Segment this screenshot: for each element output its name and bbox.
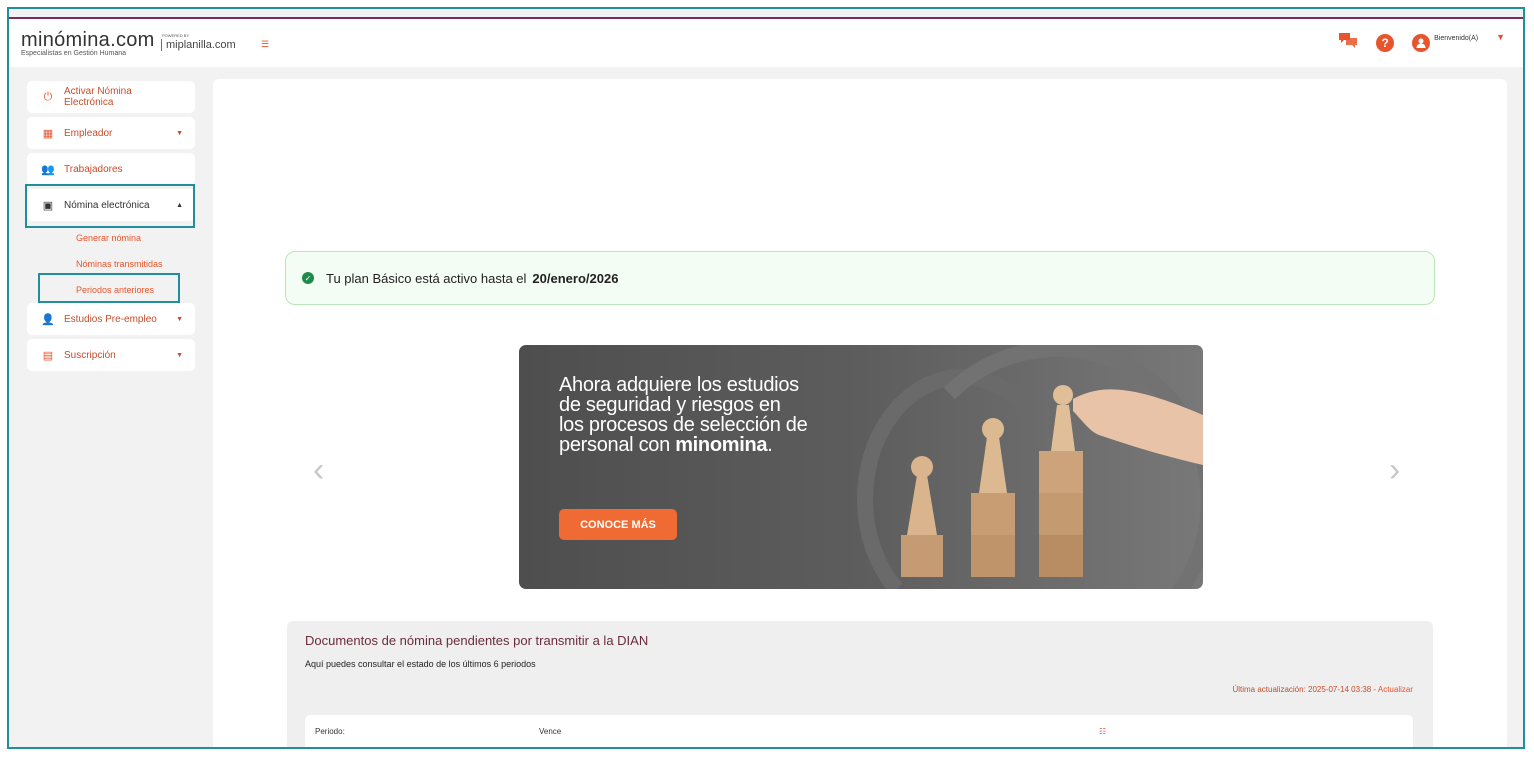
check-circle-icon: ✓ xyxy=(302,272,314,284)
wooden-figures-illustration xyxy=(901,385,1203,577)
last-update: Última actualización: 2025-07-14 03:38 -… xyxy=(1232,685,1413,694)
sidebar-item-label: Trabajadores xyxy=(64,163,123,175)
user-add-icon: 👤 xyxy=(41,313,55,326)
chevron-down-icon: ▼ xyxy=(176,315,183,323)
section-title: Documentos de nómina pendientes por tran… xyxy=(305,633,649,648)
building-icon: ▦ xyxy=(42,127,54,140)
promo-banner[interactable]: Ahora adquiere los estudios de seguridad… xyxy=(519,345,1203,589)
banner-line: de seguridad y riesgos en xyxy=(559,394,781,416)
carousel-prev-icon[interactable]: ‹ xyxy=(313,451,324,490)
sidebar-item-label: Activar Nómina Electrónica xyxy=(64,86,132,108)
last-update-label: Última actualización: 2025-07-14 03:38 xyxy=(1232,685,1372,694)
partner-logo: miplanilla.com xyxy=(161,39,236,51)
sidebar-item-activar[interactable]: ⏻ Activar Nómina Electrónica xyxy=(27,81,195,113)
sidebar-item-label: Empleador xyxy=(64,127,113,139)
header-actions: ? Bienvenido(A) ▼ xyxy=(1338,31,1505,55)
top-bar: minómina.com Especialistas en Gestión Hu… xyxy=(9,19,1523,67)
sidebar-item-label: Estudios Pre-empleo xyxy=(64,313,157,325)
list-icon[interactable]: ☷ xyxy=(1099,727,1106,736)
caret-down-icon[interactable]: ▼ xyxy=(1496,32,1505,42)
carousel-next-icon[interactable]: › xyxy=(1389,451,1400,490)
plan-status-label: Tu plan Básico está activo hasta el xyxy=(326,270,527,286)
banner-line: personal con minomina. xyxy=(559,435,859,455)
sidebar-item-label: Suscripción xyxy=(64,349,116,361)
sidebar-item-suscripcion[interactable]: ▤ Suscripción ▼ xyxy=(27,339,195,371)
brand-logo[interactable]: minómina.com Especialistas en Gestión Hu… xyxy=(21,29,155,57)
highlight-periodos-anteriores xyxy=(38,273,180,303)
app-frame: minómina.com Especialistas en Gestión Hu… xyxy=(7,7,1525,749)
power-icon: ⏻ xyxy=(43,90,53,103)
banner-line: Ahora adquiere los estudios xyxy=(559,374,799,396)
conoce-mas-button[interactable]: CONOCE MÁS xyxy=(559,509,677,540)
highlight-nomina-electronica xyxy=(25,184,195,228)
chevron-down-icon: ▼ xyxy=(176,351,183,359)
users-icon: 👥 xyxy=(41,163,55,176)
banner-line-suffix: . xyxy=(767,434,773,456)
refresh-link[interactable]: Actualizar xyxy=(1378,685,1413,694)
menu-toggle-icon[interactable]: ☰ xyxy=(261,39,269,50)
user-icon[interactable] xyxy=(1412,34,1431,52)
column-header-vence: Vence xyxy=(539,727,562,736)
sidebar: ⏻ Activar Nómina Electrónica ▦ Empleador… xyxy=(27,81,195,375)
banner-line: los procesos de selección de xyxy=(559,414,808,436)
banner-line-prefix: personal con xyxy=(559,434,676,456)
card-icon: ▤ xyxy=(42,349,54,362)
plan-expiry-date: 20/enero/2026 xyxy=(532,270,619,286)
section-subtitle: Aquí puedes consultar el estado de los ú… xyxy=(305,659,536,669)
help-icon[interactable]: ? xyxy=(1376,34,1395,52)
banner-brand: minomina xyxy=(675,434,768,456)
separator: - xyxy=(1373,685,1377,694)
powered-by-label: POWERED BY xyxy=(162,33,190,38)
logo-text: minómina.com xyxy=(21,29,155,51)
chevron-down-icon: ▼ xyxy=(176,129,183,137)
banner-headline: Ahora adquiere los estudios de seguridad… xyxy=(559,375,859,455)
sidebar-item-estudios[interactable]: 👤 Estudios Pre-empleo ▼ xyxy=(27,303,195,335)
periods-table: Periodo: Vence ☷ xyxy=(305,715,1413,747)
chat-icon[interactable] xyxy=(1338,31,1358,55)
main-content: ✓ Tu plan Básico está activo hasta el 20/… xyxy=(213,79,1507,747)
plan-status-text: Tu plan Básico está activo hasta el 20/en… xyxy=(326,271,618,286)
column-header-periodo: Periodo: xyxy=(315,727,345,736)
sidebar-item-empleador[interactable]: ▦ Empleador ▼ xyxy=(27,117,195,149)
pending-documents-panel: Documentos de nómina pendientes por tran… xyxy=(287,621,1433,747)
submenu-generar-nomina[interactable]: Generar nómina xyxy=(27,225,195,251)
welcome-label[interactable]: Bienvenido(A) xyxy=(1434,35,1478,42)
plan-status-alert: ✓ Tu plan Básico está activo hasta el 20/… xyxy=(285,251,1435,305)
sidebar-item-trabajadores[interactable]: 👥 Trabajadores xyxy=(27,153,195,185)
